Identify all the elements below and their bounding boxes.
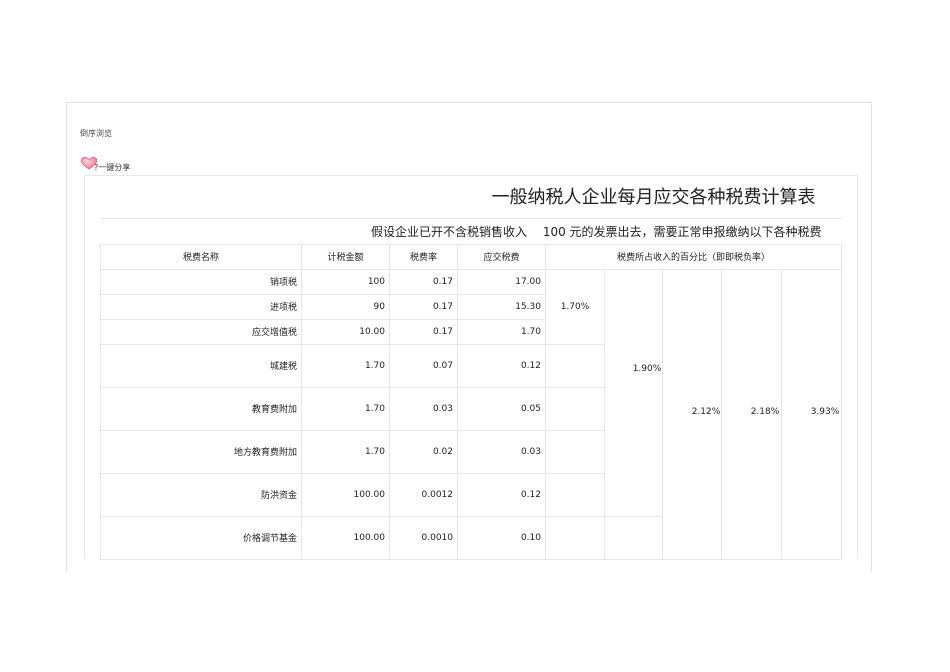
ratio-empty-cell: [545, 343, 605, 388]
table-header-row: 税费名称 计税金额 税费率 应交税费 税费所占收入的百分比（即即税负率）: [100, 243, 843, 270]
row-payable: 1.70: [457, 318, 546, 345]
sheet-subtitle: 假设企业已开不含税销售收入 100 元的发票出去，需要正常申报缴纳以下各种税费: [100, 217, 842, 245]
row-base: 1.70: [301, 386, 390, 431]
row-rate: 0.17: [389, 293, 458, 320]
row-base: 90: [301, 293, 390, 320]
ratio-empty-cell: [604, 515, 663, 560]
row-rate: 0.0010: [389, 515, 458, 560]
sheet-title: 一般纳税人企业每月应交各种税费计算表: [100, 175, 842, 219]
header-ratio: 税费所占收入的百分比（即即税负率）: [544, 243, 843, 270]
row-rate: 0.17: [389, 268, 458, 295]
row-rate: 0.17: [389, 318, 458, 345]
ratio-empty-cell: [545, 515, 605, 560]
row-payable: 0.03: [457, 429, 546, 474]
row-base: 100.00: [301, 472, 390, 517]
ratio-local-edu-label: 2.18%: [750, 407, 780, 417]
ratio-empty-cell: [545, 386, 605, 431]
row-base: 1.70: [301, 429, 390, 474]
row-base: 100: [301, 268, 390, 295]
tax-calculation-table: 一般纳税人企业每月应交各种税费计算表 假设企业已开不含税销售收入 100 元的发…: [100, 175, 843, 560]
ratio-total-label: 3.93%: [810, 407, 840, 417]
ratio-empty-cell: [545, 429, 605, 474]
row-payable: 0.12: [457, 472, 546, 517]
row-name: 城建税: [100, 343, 302, 388]
row-rate: 0.03: [389, 386, 458, 431]
row-payable: 17.00: [457, 268, 546, 295]
header-base: 计税金额: [301, 243, 390, 270]
row-base: 100.00: [301, 515, 390, 560]
row-base: 10.00: [301, 318, 390, 345]
row-name: 价格调节基金: [100, 515, 302, 560]
header-payable: 应交税费: [457, 243, 546, 270]
row-name: 进项税: [100, 293, 302, 320]
ratio-empty-cell: [545, 472, 605, 517]
row-name: 应交增值税: [100, 318, 302, 345]
row-rate: 0.02: [389, 429, 458, 474]
header-name: 税费名称: [100, 243, 302, 270]
row-payable: 0.12: [457, 343, 546, 388]
row-payable: 0.10: [457, 515, 546, 560]
row-payable: 0.05: [457, 386, 546, 431]
row-name: 销项税: [100, 268, 302, 295]
header-rate: 税费率: [389, 243, 458, 270]
row-rate: 0.0012: [389, 472, 458, 517]
ratio-empty-cell: [604, 268, 663, 517]
row-name: 地方教育费附加: [100, 429, 302, 474]
row-rate: 0.07: [389, 343, 458, 388]
row-payable: 15.30: [457, 293, 546, 320]
ratio-edu-label: 2.12%: [691, 407, 721, 417]
ratio-city-label: 1.90%: [632, 364, 662, 374]
table-row: 销项税 100 0.17 17.00 1.70%: [100, 268, 843, 560]
row-base: 1.70: [301, 343, 390, 388]
reverse-browse-link[interactable]: 倒序浏览: [80, 128, 112, 139]
row-name: 教育费附加: [100, 386, 302, 431]
ratio-vat: 1.70%: [545, 268, 605, 345]
share-label: ?一键分享: [94, 163, 131, 172]
row-name: 防洪资金: [100, 472, 302, 517]
